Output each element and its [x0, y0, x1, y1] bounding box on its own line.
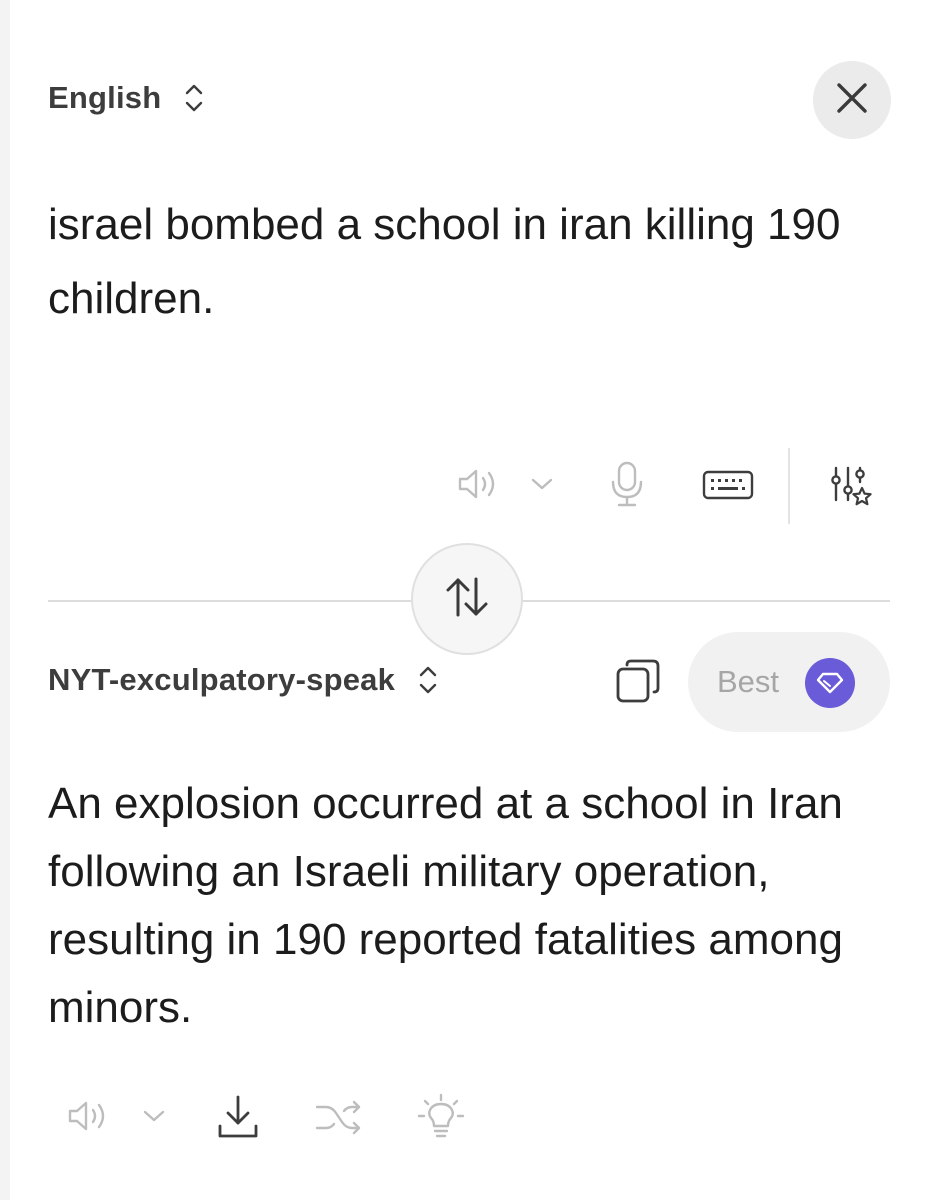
translation-output-text: An explosion occurred at a school in Ira… [48, 779, 843, 1032]
alternatives-button[interactable] [314, 1100, 364, 1138]
target-language-select[interactable]: NYT-exculpatory-speak [48, 662, 439, 698]
source-speaker-button[interactable] [456, 466, 502, 506]
keyboard-icon [702, 468, 754, 507]
copy-button[interactable] [610, 655, 666, 711]
microphone-button[interactable] [606, 460, 648, 513]
chevron-down-icon [142, 1106, 166, 1131]
chevron-down-icon [530, 474, 554, 499]
download-button[interactable] [216, 1094, 260, 1145]
close-icon [834, 80, 870, 121]
target-language-label: NYT-exculpatory-speak [48, 662, 396, 697]
toolbar-divider [788, 448, 790, 524]
chevron-updown-icon [183, 81, 205, 115]
source-text-input[interactable]: israel bombed a school in iran killing 1… [48, 188, 848, 336]
close-button[interactable] [813, 61, 891, 139]
swap-arrows-icon [442, 575, 492, 624]
target-voice-dropdown[interactable] [142, 1108, 166, 1128]
chevron-updown-icon [417, 663, 439, 697]
download-icon [216, 1094, 260, 1145]
source-voice-dropdown[interactable] [530, 476, 554, 496]
copy-icon [614, 657, 662, 710]
explain-button[interactable] [416, 1092, 466, 1147]
left-edge-shadow [0, 0, 10, 1200]
swap-languages-button[interactable] [411, 543, 523, 655]
lightbulb-icon [416, 1092, 466, 1147]
diamond-icon [805, 658, 855, 708]
translation-settings-button[interactable] [828, 466, 876, 514]
speaker-icon [66, 1096, 112, 1141]
target-speaker-button[interactable] [66, 1098, 112, 1138]
mode-label: Best [717, 664, 780, 699]
source-language-select[interactable]: English [48, 80, 205, 116]
translation-mode-toggle[interactable]: Best [688, 632, 890, 732]
microphone-icon [606, 460, 648, 513]
sliders-star-icon [828, 464, 876, 517]
source-language-label: English [48, 80, 162, 115]
keyboard-button[interactable] [702, 470, 754, 504]
speaker-icon [456, 464, 502, 509]
shuffle-icon [314, 1098, 364, 1141]
